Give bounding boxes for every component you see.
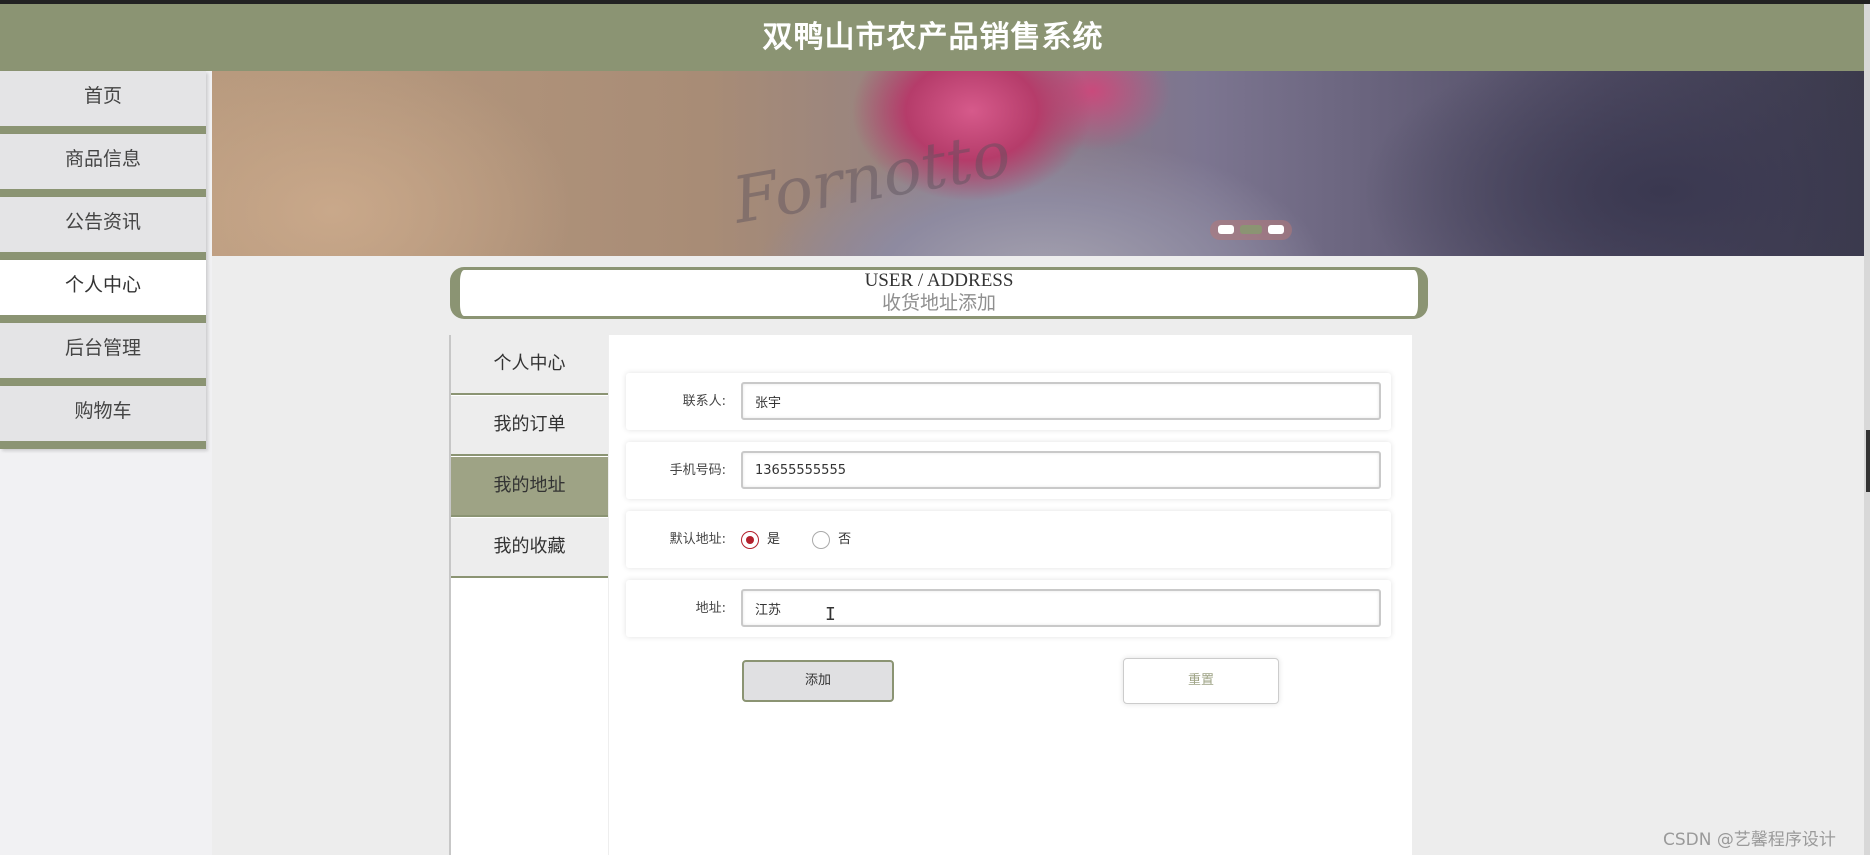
form-row-phone: 手机号码:: [626, 442, 1391, 499]
sidebar-item-home[interactable]: 首页: [0, 71, 206, 134]
sidebar-item-label: 购物车: [74, 400, 132, 422]
radio-yes[interactable]: [741, 530, 759, 549]
address-label: 地址:: [695, 601, 726, 616]
radio-no[interactable]: [812, 530, 831, 549]
user-nav-label: 我的地址: [493, 475, 566, 496]
sidebar-item-label: 公告资讯: [64, 211, 141, 233]
sidebar-item-personal-center[interactable]: 个人中心: [0, 260, 206, 323]
content-panel: 个人中心 我的订单 我的地址 我的收藏 联系人: 手机号码: 默认地址: 是 否…: [449, 335, 1412, 855]
app-title: 双鸭山市农产品销售系统: [762, 20, 1104, 55]
banner-carousel[interactable]: Fornotto: [212, 71, 1864, 256]
user-nav-favorites[interactable]: 我的收藏: [451, 518, 608, 578]
sidebar-item-label: 后台管理: [64, 337, 141, 359]
sidebar: 首页 商品信息 公告资讯 个人中心 后台管理 购物车: [0, 71, 212, 855]
app-header: 双鸭山市农产品销售系统: [0, 4, 1866, 71]
contact-label: 联系人:: [682, 394, 726, 409]
form-row-default-address: 默认地址: 是 否: [626, 511, 1391, 568]
form-row-address: 地址:: [626, 580, 1391, 637]
form-row-contact: 联系人:: [626, 373, 1391, 430]
page-title-box: USER / ADDRESS 收货地址添加: [450, 267, 1428, 319]
contact-input[interactable]: [741, 382, 1381, 420]
user-nav-label: 我的收藏: [493, 536, 566, 557]
carousel-indicators: [1210, 220, 1292, 240]
sidebar-item-products[interactable]: 商品信息: [0, 134, 206, 197]
sidebar-item-label: 个人中心: [64, 274, 141, 296]
user-nav-label: 个人中心: [493, 353, 566, 374]
banner-image-text: Fornotto: [727, 117, 1017, 239]
carousel-dot[interactable]: [1268, 225, 1284, 234]
page-title-en: USER / ADDRESS: [864, 270, 1014, 291]
user-nav-personal-center[interactable]: 个人中心: [451, 335, 608, 395]
sidebar-item-news[interactable]: 公告资讯: [0, 197, 206, 260]
phone-label: 手机号码:: [669, 463, 726, 478]
page-title-cn: 收货地址添加: [881, 293, 996, 314]
sidebar-item-cart[interactable]: 购物车: [0, 386, 206, 449]
carousel-dot-active[interactable]: [1240, 225, 1262, 234]
user-nav-orders[interactable]: 我的订单: [451, 396, 608, 456]
add-button[interactable]: 添加: [742, 660, 894, 702]
phone-input[interactable]: [741, 451, 1381, 489]
radio-no-label[interactable]: 否: [838, 511, 851, 568]
text-cursor-icon: I: [825, 604, 836, 625]
user-nav-address[interactable]: 我的地址: [451, 457, 608, 517]
carousel-dot[interactable]: [1218, 225, 1234, 234]
default-address-radio-group: 是 否: [741, 511, 879, 568]
reset-button[interactable]: 重置: [1123, 658, 1279, 704]
user-nav-label: 我的订单: [493, 414, 566, 435]
sidebar-item-admin[interactable]: 后台管理: [0, 323, 206, 386]
sidebar-item-label: 首页: [83, 85, 122, 107]
sidebar-item-label: 商品信息: [64, 148, 141, 170]
radio-yes-label[interactable]: 是: [767, 511, 780, 568]
user-nav: 个人中心 我的订单 我的地址 我的收藏: [449, 335, 609, 855]
page-scrollbar-thumb[interactable]: [1866, 430, 1870, 492]
watermark: CSDN @艺馨程序设计: [1663, 830, 1836, 850]
address-input[interactable]: [741, 589, 1381, 627]
default-address-label: 默认地址:: [669, 532, 726, 547]
